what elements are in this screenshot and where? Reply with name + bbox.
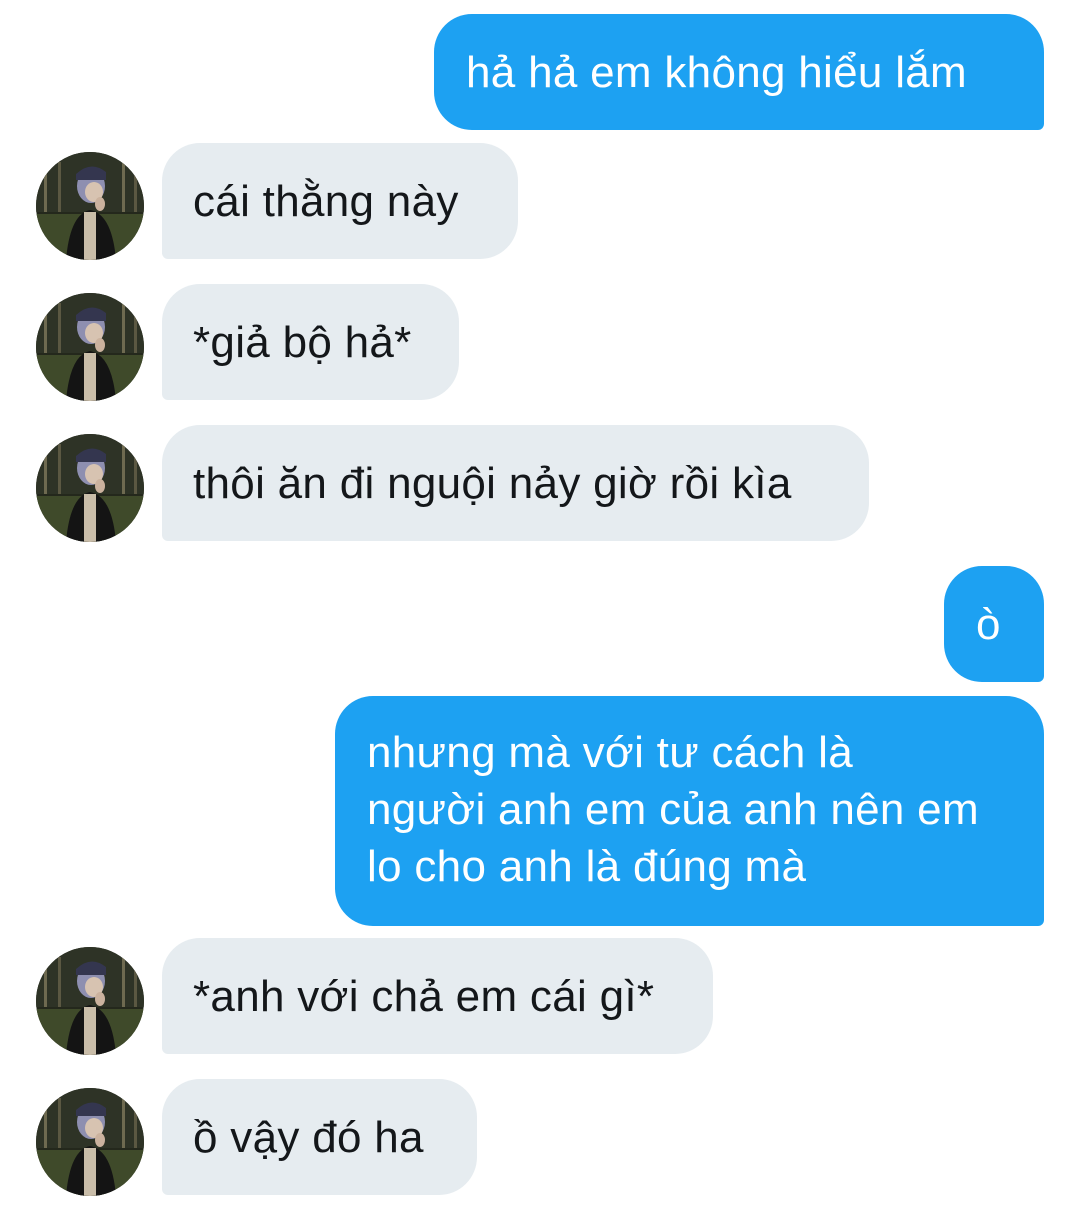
message-bubble-sent[interactable]: ò: [944, 566, 1044, 682]
message-bubble-received[interactable]: cái thằng này: [162, 143, 518, 259]
contact-avatar[interactable]: [36, 434, 144, 542]
message-text-line: lo cho anh là đúng mà: [367, 842, 807, 891]
message-bubble-sent[interactable]: nhưng mà với tư cách là người anh em của…: [335, 696, 1044, 926]
message-text: ò: [976, 600, 1001, 649]
message-text: hả hả em không hiểu lắm: [466, 48, 967, 97]
message-text-line: người anh em của anh nên em: [367, 785, 979, 834]
message-text: thôi ăn đi nguội nảy giờ rồi kìa: [193, 459, 792, 508]
contact-avatar[interactable]: [36, 1088, 144, 1196]
contact-avatar[interactable]: [36, 152, 144, 260]
message-text: *giả bộ hả*: [193, 318, 412, 367]
contact-avatar[interactable]: [36, 947, 144, 1055]
message-text: *anh với chả em cái gì*: [193, 972, 655, 1021]
message-bubble-received[interactable]: ồ vậy đó ha: [162, 1079, 477, 1195]
message-bubble-received[interactable]: *giả bộ hả*: [162, 284, 459, 400]
message-text: ồ vậy đó ha: [193, 1113, 424, 1162]
message-bubble-received[interactable]: thôi ăn đi nguội nảy giờ rồi kìa: [162, 425, 869, 541]
message-text: cái thằng này: [193, 177, 459, 226]
message-text-line: nhưng mà với tư cách là: [367, 728, 853, 777]
message-bubble-sent[interactable]: hả hả em không hiểu lắm: [434, 14, 1044, 130]
message-bubble-received[interactable]: *anh với chả em cái gì*: [162, 938, 713, 1054]
contact-avatar[interactable]: [36, 293, 144, 401]
